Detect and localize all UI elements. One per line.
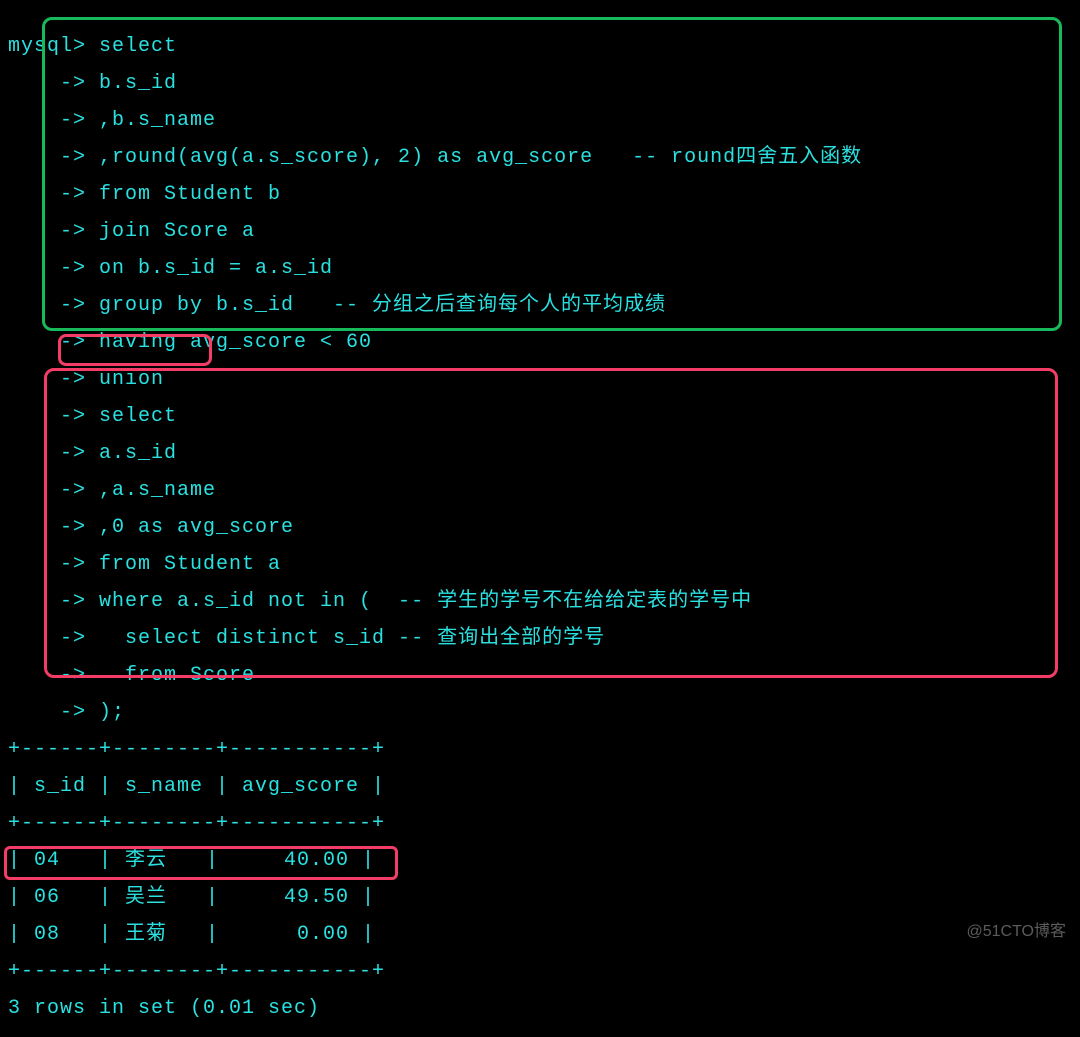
sql-line: -> ,a.s_name (8, 472, 1072, 509)
table-row: | 08 | 王菊 | 0.00 | (8, 916, 1072, 953)
sql-line: mysql> select (8, 28, 1072, 65)
sql-line: -> having avg_score < 60 (8, 324, 1072, 361)
sql-line: -> ,0 as avg_score (8, 509, 1072, 546)
sql-line: -> ,b.s_name (8, 102, 1072, 139)
sql-line: -> from Student b (8, 176, 1072, 213)
sql-line: -> from Score (8, 657, 1072, 694)
sql-line: -> ); (8, 694, 1072, 731)
sql-line: -> select (8, 398, 1072, 435)
sql-line: -> a.s_id (8, 435, 1072, 472)
result-footer: 3 rows in set (0.01 sec) (8, 990, 1072, 1027)
sql-line: -> from Student a (8, 546, 1072, 583)
table-border: +------+--------+-----------+ (8, 731, 1072, 768)
table-header: | s_id | s_name | avg_score | (8, 768, 1072, 805)
table-row: | 04 | 李云 | 40.00 | (8, 842, 1072, 879)
sql-line: -> b.s_id (8, 65, 1072, 102)
table-border: +------+--------+-----------+ (8, 805, 1072, 842)
sql-line: -> join Score a (8, 213, 1072, 250)
sql-line: -> group by b.s_id -- 分组之后查询每个人的平均成绩 (8, 287, 1072, 324)
table-border: +------+--------+-----------+ (8, 953, 1072, 990)
sql-line: -> select distinct s_id -- 查询出全部的学号 (8, 620, 1072, 657)
sql-line-union: -> union (8, 361, 1072, 398)
table-row: | 06 | 吴兰 | 49.50 | (8, 879, 1072, 916)
watermark-text: @51CTO博客 (966, 917, 1066, 941)
sql-line: -> where a.s_id not in ( -- 学生的学号不在给给定表的… (8, 583, 1072, 620)
mysql-terminal[interactable]: mysql> select -> b.s_id -> ,b.s_name -> … (0, 0, 1080, 1037)
sql-line: -> on b.s_id = a.s_id (8, 250, 1072, 287)
sql-line: -> ,round(avg(a.s_score), 2) as avg_scor… (8, 139, 1072, 176)
